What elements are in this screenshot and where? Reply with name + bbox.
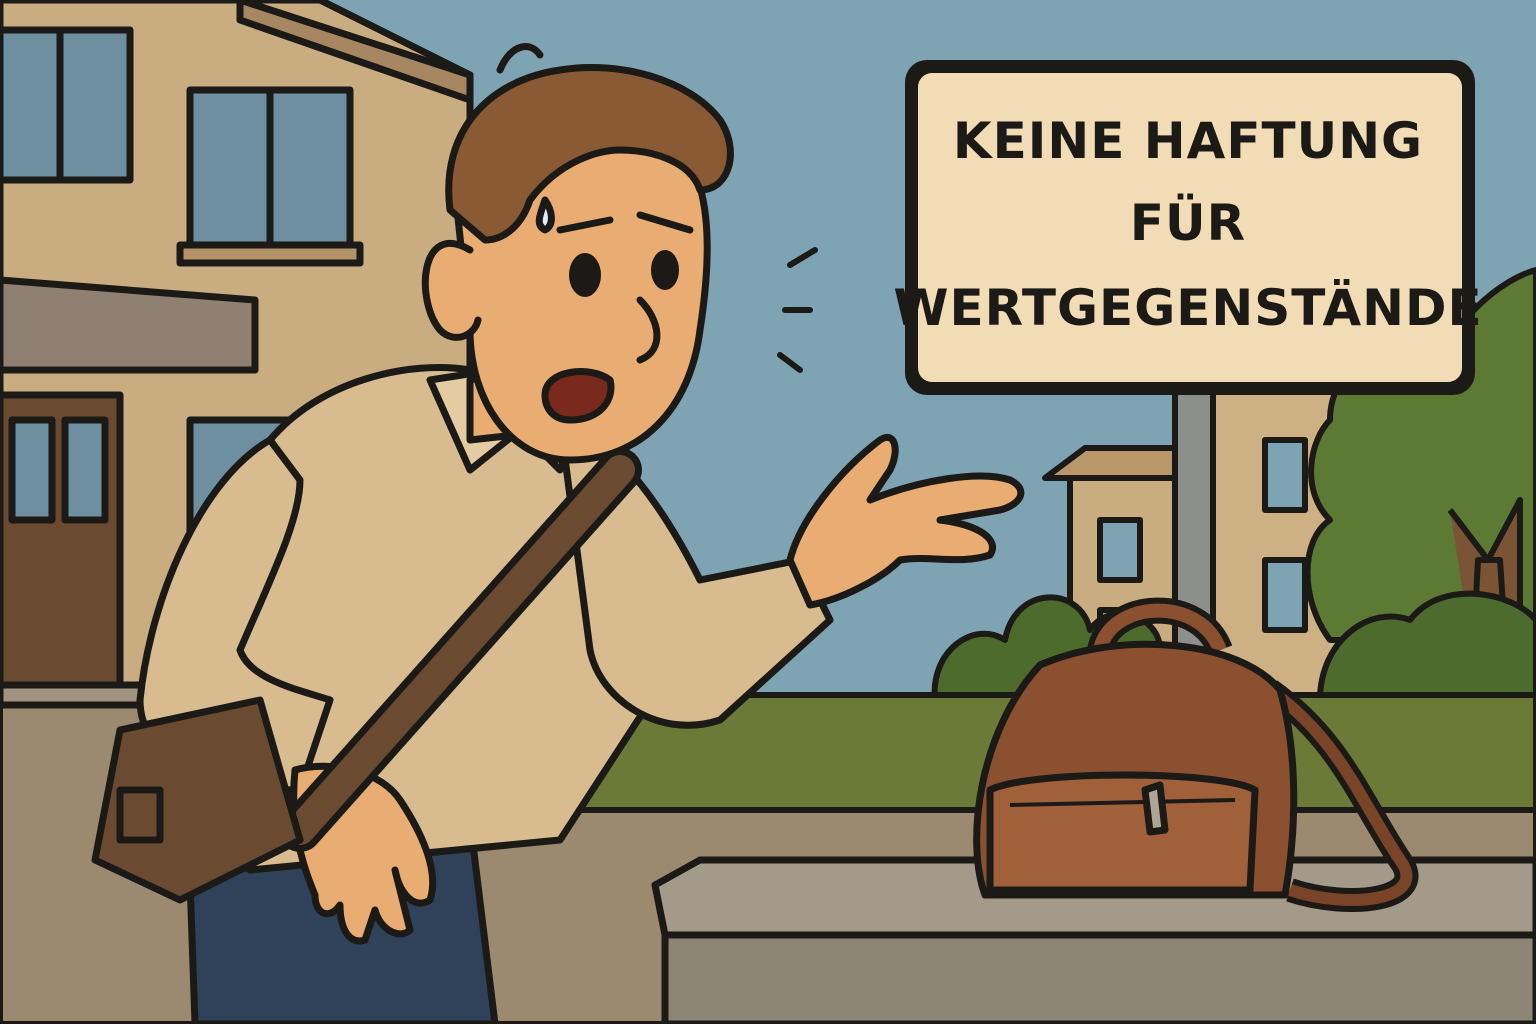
scene-illustration: KEINE HAFTUNG FÜR WERTGEGENSTÄNDE	[0, 0, 1536, 1024]
cartoon-scene: KEINE HAFTUNG FÜR WERTGEGENSTÄNDE	[0, 0, 1536, 1024]
sign-line-2: FÜR	[1130, 193, 1246, 252]
sign-line-1: KEINE HAFTUNG	[953, 112, 1423, 170]
sign-line-3: WERTGEGENSTÄNDE	[893, 279, 1482, 337]
